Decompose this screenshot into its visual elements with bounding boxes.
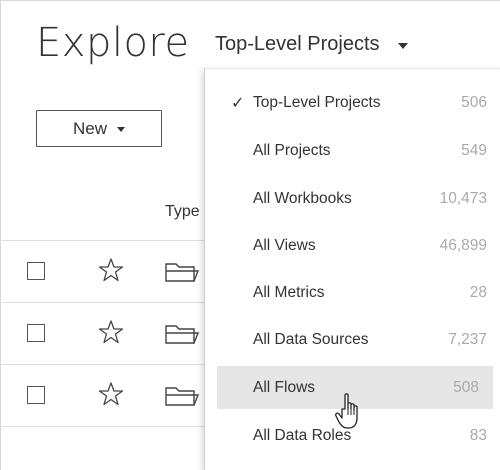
- folder-icon: [165, 263, 200, 282]
- chevron-down-icon: [117, 127, 125, 132]
- new-button-label: New: [72, 118, 107, 138]
- folder-icon: [165, 325, 200, 344]
- menu-item-count: 508: [453, 378, 479, 396]
- menu-item-all-data-sources[interactable]: All Data Sources 7,237: [217, 318, 500, 361]
- new-button[interactable]: New: [36, 110, 162, 147]
- menu-item-label: Top-Level Projects: [253, 93, 381, 111]
- row-checkbox[interactable]: [27, 386, 45, 404]
- menu-item-top-level-projects[interactable]: ✓ Top-Level Projects 506: [217, 81, 500, 124]
- menu-item-all-views[interactable]: All Views 46,899: [217, 224, 500, 267]
- hand-pointer-cursor-icon: [335, 393, 358, 429]
- menu-item-count: 83: [469, 426, 487, 444]
- row-checkbox[interactable]: [27, 324, 45, 342]
- checkmark-icon: ✓: [231, 93, 245, 112]
- project-filter-label: Top-Level Projects: [215, 33, 380, 55]
- folder-icon: [165, 387, 200, 406]
- menu-item-count: 549: [461, 141, 487, 159]
- menu-item-count: 506: [461, 93, 487, 111]
- row-checkbox[interactable]: [27, 262, 45, 280]
- menu-item-count: 28: [469, 283, 487, 301]
- row-divider: [0, 426, 210, 427]
- menu-item-label: All Metrics: [253, 283, 325, 301]
- table-row[interactable]: [0, 240, 210, 302]
- menu-item-all-workbooks[interactable]: All Workbooks 10,473: [217, 177, 500, 220]
- menu-item-label: All Projects: [253, 141, 331, 159]
- menu-item-label: All Workbooks: [253, 189, 352, 207]
- table-row[interactable]: [0, 302, 210, 364]
- favorite-star-icon[interactable]: [98, 319, 124, 345]
- favorite-star-icon[interactable]: [98, 257, 124, 283]
- table-row[interactable]: [0, 364, 210, 426]
- menu-item-count: 46,899: [439, 236, 487, 254]
- menu-item-all-metrics[interactable]: All Metrics 28: [217, 271, 500, 314]
- menu-item-label: All Data Sources: [253, 330, 369, 348]
- page-title: Explore: [36, 20, 190, 66]
- project-filter-dropdown[interactable]: Top-Level Projects: [215, 33, 408, 56]
- column-header-type[interactable]: Type: [165, 203, 200, 221]
- chevron-down-icon: [397, 43, 408, 49]
- favorite-star-icon[interactable]: [98, 381, 124, 407]
- menu-item-label: All Views: [253, 236, 316, 254]
- menu-item-count: 7,237: [448, 330, 487, 348]
- menu-item-count: 10,473: [439, 189, 487, 207]
- menu-item-label: All Flows: [253, 378, 316, 396]
- menu-item-all-projects[interactable]: All Projects 549: [217, 129, 500, 172]
